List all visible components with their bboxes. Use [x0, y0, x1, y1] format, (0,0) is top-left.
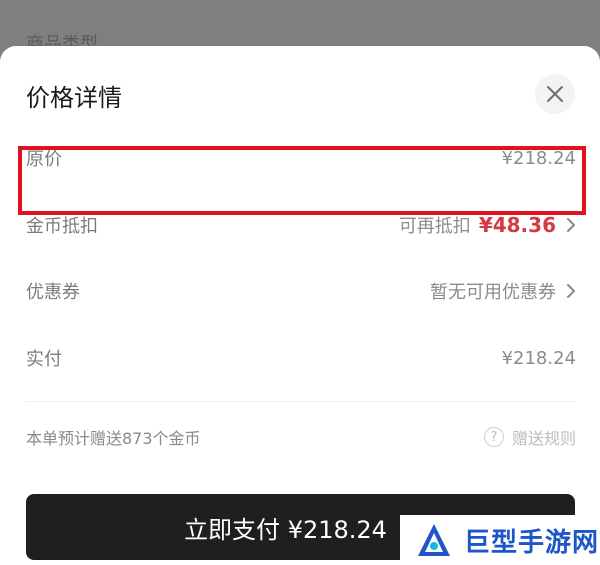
- close-button[interactable]: [535, 74, 575, 114]
- coupon-label: 优惠券: [26, 282, 80, 303]
- pay-now-label: 立即支付 ¥218.24: [184, 515, 387, 544]
- coin-deduction-hint: 可再抵扣: [398, 216, 471, 237]
- chevron-right-icon: [567, 218, 575, 232]
- coupon-value: 暂无可用优惠券: [430, 282, 556, 303]
- coin-deduction-label: 金币抵扣: [26, 216, 98, 237]
- gift-rules-link[interactable]: ? 赠送规则: [483, 425, 576, 449]
- actual-payment-label: 实付: [26, 349, 62, 370]
- highlight-annotation-box: [18, 146, 586, 215]
- gift-rules-label: 赠送规则: [511, 429, 576, 448]
- close-icon: [547, 86, 563, 102]
- chevron-right-icon: [567, 284, 575, 298]
- coin-deduction-amount: ¥48.36: [478, 213, 556, 237]
- price-detail-sheet: 价格详情 原价 ¥218.24 金币抵扣 可再抵扣 ¥48.36 优惠券 暂无可…: [0, 46, 600, 565]
- divider: [26, 401, 576, 402]
- actual-payment-row: 实付 ¥218.24: [26, 338, 576, 378]
- question-icon: ?: [483, 427, 504, 447]
- sheet-title: 价格详情: [26, 84, 122, 112]
- actual-payment-value: ¥218.24: [501, 347, 576, 369]
- watermark: 巨型手游网: [400, 515, 600, 565]
- watermark-text: 巨型手游网: [464, 527, 600, 558]
- watermark-logo-icon: [418, 524, 450, 556]
- coupon-row[interactable]: 优惠券 暂无可用优惠券: [26, 271, 576, 311]
- gift-coins-text: 本单预计赠送873个金币: [26, 429, 201, 448]
- gift-coins-row: 本单预计赠送873个金币 ? 赠送规则: [26, 422, 576, 452]
